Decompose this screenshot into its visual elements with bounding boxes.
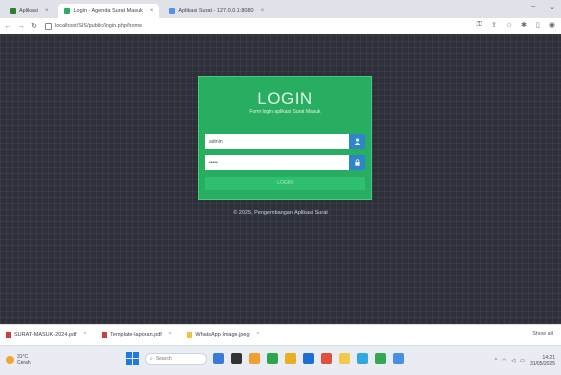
taskbar-app-icon[interactable] bbox=[267, 353, 278, 364]
login-card: LOGIN Form login aplikasi Surat Masuk LO… bbox=[199, 77, 371, 199]
taskbar-center: ⌕ Search bbox=[126, 352, 404, 365]
battery-icon[interactable]: ▭ bbox=[520, 358, 525, 364]
taskbar-app-icon[interactable] bbox=[303, 353, 314, 364]
site-info-icon[interactable] bbox=[45, 22, 52, 30]
browser-tab-1[interactable]: Aplikasi × bbox=[4, 4, 54, 18]
toolbar-actions: ⚿ ⇪ ☆ ✱ ▯ ◉ bbox=[477, 21, 555, 29]
extensions-icon[interactable]: ✱ bbox=[521, 21, 527, 29]
chevron-down-icon[interactable]: ⌄ bbox=[549, 3, 555, 11]
tab-label: Aplikasi Surat - 127.0.0.1:8080 bbox=[178, 8, 254, 14]
download-item[interactable]: SURAT-MASUK-2024.pdf ^ bbox=[6, 332, 86, 338]
taskbar-app-icon[interactable] bbox=[321, 353, 332, 364]
image-file-icon bbox=[187, 332, 193, 338]
system-tray: ^ ◠ ◁ ▭ 14:21 31/05/2025 bbox=[495, 355, 555, 367]
clock-date: 31/05/2025 bbox=[529, 361, 555, 367]
share-icon[interactable]: ⇪ bbox=[491, 21, 497, 29]
close-tab-icon[interactable]: × bbox=[45, 8, 49, 14]
pdf-file-icon bbox=[6, 332, 11, 338]
tab-favicon-icon bbox=[10, 8, 16, 14]
browser-toolbar: ← → ↻ localhost/SIS/public/login.php/hom… bbox=[0, 18, 561, 35]
password-input[interactable] bbox=[205, 155, 349, 170]
taskbar-apps bbox=[213, 353, 404, 364]
download-filename: WhatsApp Image.jpeg bbox=[195, 332, 250, 338]
profile-icon[interactable]: ◉ bbox=[549, 21, 555, 29]
address-bar[interactable]: localhost/SIS/public/login.php/home bbox=[45, 21, 142, 31]
username-input[interactable] bbox=[205, 134, 349, 149]
username-field-group bbox=[205, 134, 365, 149]
chevron-up-icon[interactable]: ^ bbox=[169, 332, 172, 338]
forward-icon[interactable]: → bbox=[16, 23, 26, 30]
tab-label: Login - Agenda Surat Masuk bbox=[73, 8, 143, 14]
copyright-text: © 2025, Pengembangan Aplikasi Surat bbox=[233, 210, 328, 216]
windows-taskbar: 31°C Cerah ⌕ Search ^ ◠ ◁ ▭ 14:21 31/05/… bbox=[0, 345, 561, 375]
search-placeholder: Search bbox=[155, 355, 172, 362]
close-tab-icon[interactable]: × bbox=[261, 8, 265, 14]
user-icon bbox=[349, 134, 365, 149]
download-filename: SURAT-MASUK-2024.pdf bbox=[14, 332, 77, 338]
weather-desc: Cerah bbox=[17, 360, 31, 366]
address-text: localhost/SIS/public/login.php/home bbox=[55, 23, 143, 29]
minimize-icon[interactable]: – bbox=[531, 3, 535, 11]
wifi-icon[interactable]: ◠ bbox=[502, 358, 506, 364]
login-title: LOGIN bbox=[257, 89, 313, 108]
reload-icon[interactable]: ↻ bbox=[29, 22, 39, 30]
back-icon[interactable]: ← bbox=[3, 23, 13, 30]
taskbar-app-icon[interactable] bbox=[375, 353, 386, 364]
window-controls: – ⌄ bbox=[531, 3, 555, 11]
login-button[interactable]: LOGIN bbox=[205, 177, 365, 190]
taskbar-app-icon[interactable] bbox=[357, 353, 368, 364]
download-item[interactable]: WhatsApp Image.jpeg ^ bbox=[187, 332, 259, 338]
taskbar-app-icon[interactable] bbox=[285, 353, 296, 364]
login-subtitle: Form login aplikasi Surat Masuk bbox=[249, 109, 321, 115]
search-icon: ⌕ bbox=[150, 355, 153, 362]
weather-widget[interactable]: 31°C Cerah bbox=[6, 354, 31, 366]
downloads-bar: SURAT-MASUK-2024.pdf ^ Template-laporan.… bbox=[0, 324, 561, 345]
browser-tab-2[interactable]: Login - Agenda Surat Masuk × bbox=[58, 4, 160, 18]
tab-label: Aplikasi bbox=[19, 8, 38, 14]
chevron-up-icon[interactable]: ^ bbox=[257, 332, 260, 338]
chevron-up-icon[interactable]: ^ bbox=[495, 358, 497, 364]
pdf-file-icon bbox=[102, 332, 108, 338]
chevron-up-icon[interactable]: ^ bbox=[84, 332, 87, 338]
browser-tab-strip: Aplikasi × Login - Agenda Surat Masuk × … bbox=[0, 0, 561, 18]
sun-icon bbox=[6, 356, 14, 364]
taskbar-app-icon[interactable] bbox=[339, 353, 350, 364]
page-viewport: LOGIN Form login aplikasi Surat Masuk LO… bbox=[0, 34, 561, 324]
tab-favicon-icon bbox=[169, 8, 176, 14]
volume-icon[interactable]: ◁ bbox=[511, 358, 515, 364]
windows-start-icon[interactable] bbox=[126, 352, 139, 365]
show-all-downloads-link[interactable]: Show all bbox=[532, 331, 553, 337]
taskbar-search[interactable]: ⌕ Search bbox=[145, 352, 207, 365]
password-field-group bbox=[205, 155, 365, 170]
clock[interactable]: 14:21 31/05/2025 bbox=[530, 355, 555, 367]
lock-icon bbox=[349, 155, 365, 170]
close-tab-icon[interactable]: × bbox=[150, 8, 154, 14]
key-icon[interactable]: ⚿ bbox=[477, 21, 482, 29]
taskbar-app-icon[interactable] bbox=[249, 353, 260, 364]
taskbar-app-icon[interactable] bbox=[393, 353, 404, 364]
taskbar-app-icon[interactable] bbox=[213, 353, 224, 364]
tab-favicon-icon bbox=[64, 8, 71, 14]
taskbar-app-icon[interactable] bbox=[231, 353, 242, 364]
download-filename: Template-laporan.pdf bbox=[110, 332, 162, 338]
sidebar-icon[interactable]: ▯ bbox=[536, 21, 540, 29]
download-item[interactable]: Template-laporan.pdf ^ bbox=[102, 332, 171, 338]
star-icon[interactable]: ☆ bbox=[506, 21, 512, 29]
browser-tab-3[interactable]: Aplikasi Surat - 127.0.0.1:8080 × bbox=[163, 4, 270, 18]
